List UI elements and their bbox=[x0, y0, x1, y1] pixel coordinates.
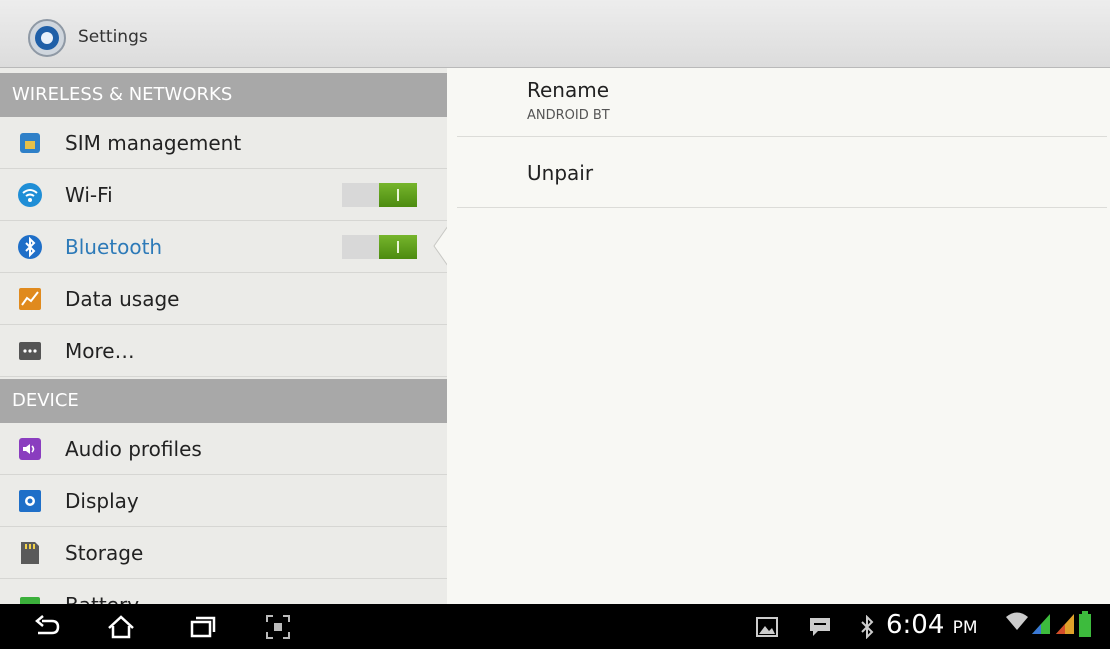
sidebar-item-audio-profiles[interactable]: Audio profiles bbox=[0, 423, 447, 475]
sidebar-item-battery[interactable]: Battery bbox=[0, 579, 447, 604]
page-title: Settings bbox=[78, 27, 148, 47]
sidebar-item-display[interactable]: Display bbox=[0, 475, 447, 527]
bluetooth-icon bbox=[18, 235, 42, 259]
battery-status-icon bbox=[1079, 611, 1091, 637]
recent-apps-icon[interactable] bbox=[188, 612, 218, 642]
sidebar-item-more[interactable]: More… bbox=[0, 325, 447, 377]
storage-icon bbox=[21, 542, 39, 564]
rename-label: Rename bbox=[527, 78, 610, 102]
rename-row[interactable]: Rename ANDROID BT bbox=[457, 68, 1107, 137]
cell-signal-icon bbox=[1032, 614, 1050, 634]
bluetooth-toggle[interactable] bbox=[342, 235, 417, 259]
sidebar-item-bluetooth[interactable]: Bluetooth bbox=[0, 221, 447, 273]
more-icon bbox=[19, 342, 41, 360]
toggle-knob bbox=[379, 235, 417, 259]
clock-time: 6:04 bbox=[886, 610, 945, 640]
display-icon bbox=[19, 490, 41, 512]
sidebar-item-label: SIM management bbox=[65, 131, 242, 155]
sidebar-item-data-usage[interactable]: Data usage bbox=[0, 273, 447, 325]
battery-icon bbox=[20, 597, 40, 604]
sidebar-item-label: Display bbox=[65, 489, 139, 513]
settings-gear-icon[interactable] bbox=[27, 18, 67, 58]
bluetooth-device-detail: Rename ANDROID BT Unpair bbox=[447, 68, 1110, 604]
sidebar-item-label: Wi-Fi bbox=[65, 183, 113, 207]
wifi-icon bbox=[18, 183, 42, 207]
device-name: ANDROID BT bbox=[527, 108, 610, 123]
cell-signal-icon bbox=[1056, 614, 1074, 634]
sidebar-item-storage[interactable]: Storage bbox=[0, 527, 447, 579]
section-header-device: DEVICE bbox=[0, 379, 447, 423]
action-bar: Settings bbox=[0, 0, 1110, 68]
clock-ampm: PM bbox=[952, 618, 978, 638]
toggle-knob bbox=[379, 183, 417, 207]
settings-list: WIRELESS & NETWORKS SIM management Wi-Fi… bbox=[0, 68, 447, 604]
sidebar-item-label: More… bbox=[65, 339, 135, 363]
wifi-signal-icon bbox=[1006, 612, 1028, 630]
unpair-row[interactable]: Unpair bbox=[457, 137, 1107, 208]
data-usage-icon bbox=[19, 288, 41, 310]
sidebar-item-label: Storage bbox=[65, 541, 144, 565]
sidebar-item-label: Data usage bbox=[65, 287, 180, 311]
sidebar-item-label: Battery bbox=[65, 579, 139, 604]
sidebar-item-label: Audio profiles bbox=[65, 437, 202, 461]
audio-profiles-icon bbox=[19, 438, 41, 460]
status-clock: 6:04 PM bbox=[886, 610, 978, 640]
gallery-notification-icon bbox=[756, 617, 778, 637]
wifi-toggle[interactable] bbox=[342, 183, 417, 207]
sidebar-item-wifi[interactable]: Wi-Fi bbox=[0, 169, 447, 221]
section-header-wireless: WIRELESS & NETWORKS bbox=[0, 73, 447, 117]
sidebar-item-sim-management[interactable]: SIM management bbox=[0, 117, 447, 169]
screenshot-icon[interactable] bbox=[263, 612, 293, 642]
home-icon[interactable] bbox=[106, 612, 136, 642]
back-icon[interactable] bbox=[32, 612, 62, 642]
sidebar-item-label: Bluetooth bbox=[65, 235, 163, 259]
system-bar: 6:04 PM bbox=[0, 604, 1110, 649]
unpair-label: Unpair bbox=[527, 161, 594, 185]
bluetooth-status-icon bbox=[861, 615, 874, 639]
message-notification-icon bbox=[810, 618, 830, 636]
sim-card-icon bbox=[20, 133, 40, 153]
